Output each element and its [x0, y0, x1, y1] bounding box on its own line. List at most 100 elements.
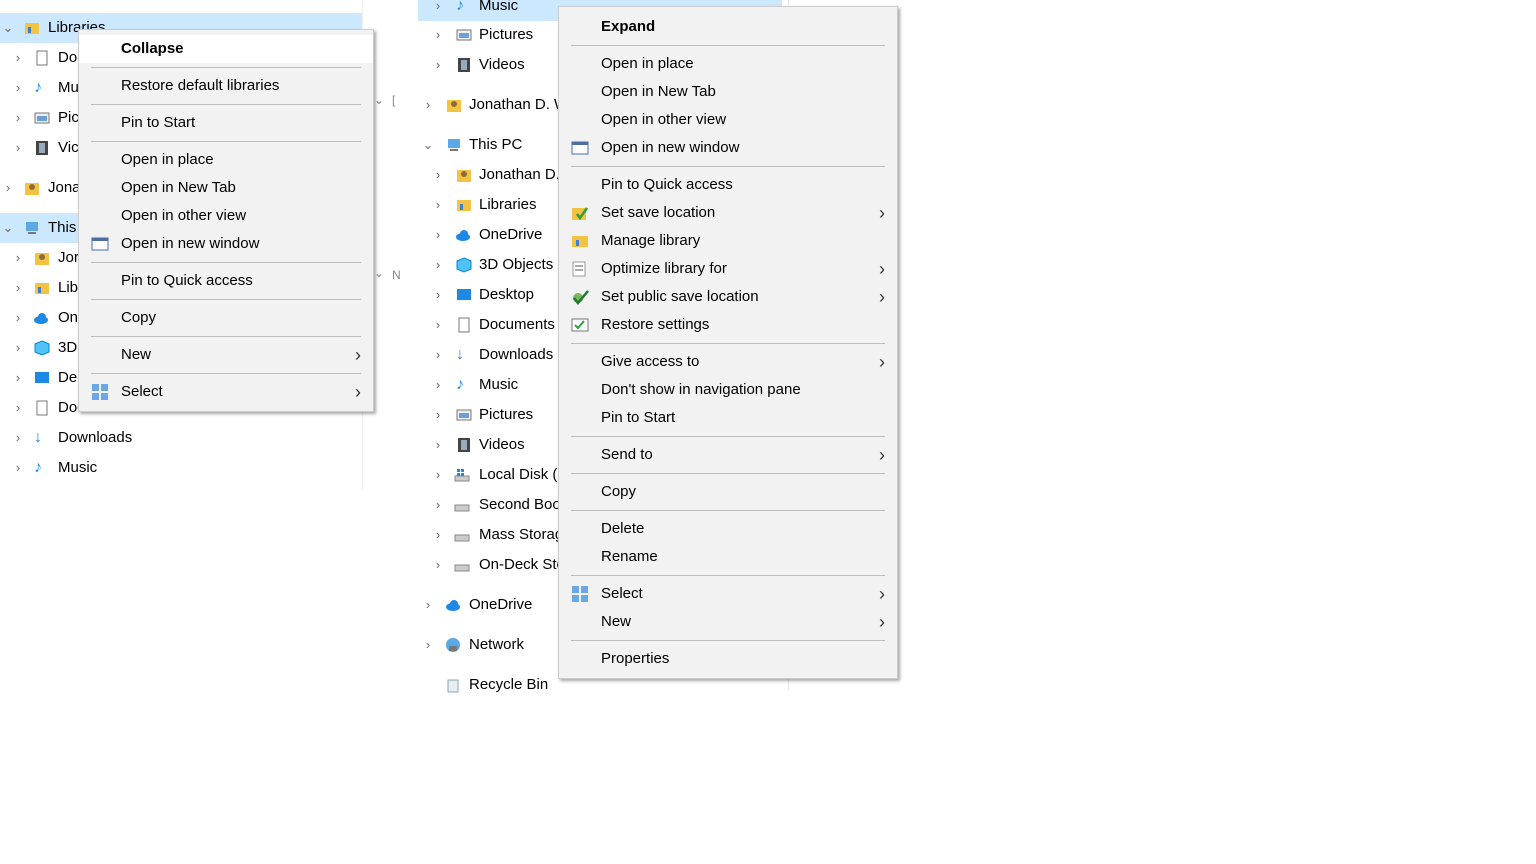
pictures-icon [456, 409, 472, 421]
chevron-right-icon[interactable]: › [10, 73, 26, 103]
tree-item-label: Pic [58, 109, 79, 126]
chevron-down-icon[interactable]: ⌄ [420, 130, 436, 160]
chevron-down-icon[interactable]: ⌄ [0, 13, 16, 43]
chevron-right-icon[interactable]: › [430, 280, 446, 310]
menu-item-restore-default-libraries[interactable]: Restore default libraries [79, 72, 373, 100]
chevron-right-icon[interactable]: › [10, 133, 26, 163]
chevron-right-icon[interactable]: › [430, 160, 446, 190]
chevron-right-icon[interactable]: › [430, 0, 446, 21]
chevron-right-icon[interactable]: › [430, 20, 446, 50]
menu-item-open-in-new-tab[interactable]: Open in New Tab [79, 174, 373, 202]
libraries-icon [457, 200, 471, 211]
menu-item-set-save-location[interactable]: Set save location › [559, 199, 897, 227]
tree-item-label: Documents [479, 316, 555, 333]
menu-item-set-public-save-location[interactable]: Set public save location › [559, 283, 897, 311]
chevron-right-icon[interactable]: › [10, 393, 26, 423]
menu-item-optimize-library-for[interactable]: Optimize library for › [559, 255, 897, 283]
chevron-right-icon[interactable]: › [430, 310, 446, 340]
submenu-arrow-icon: › [879, 259, 885, 279]
chevron-right-icon[interactable]: › [420, 90, 436, 120]
chevron-right-icon[interactable]: › [430, 370, 446, 400]
chevron-right-icon[interactable]: › [420, 630, 436, 660]
chevron-right-icon[interactable]: › [10, 423, 26, 453]
videos-icon [458, 438, 470, 452]
chevron-right-icon[interactable]: › [10, 453, 26, 483]
chevron-right-icon[interactable]: › [10, 103, 26, 133]
computer-icon [448, 139, 460, 151]
menu-item-pin-to-start[interactable]: Pin to Start [559, 404, 897, 432]
user-folder-icon [25, 183, 39, 195]
chevron-right-icon[interactable]: › [420, 590, 436, 620]
chevron-right-icon[interactable]: › [430, 460, 446, 490]
tree-item-label: Libraries [479, 196, 537, 213]
menu-item-open-in-other-view[interactable]: Open in other view [79, 202, 373, 230]
menu-item-manage-library[interactable]: Manage library [559, 227, 897, 255]
chevron-right-icon[interactable]: › [430, 220, 446, 250]
chevron-right-icon[interactable]: › [10, 243, 26, 273]
chevron-right-icon[interactable]: › [430, 400, 446, 430]
menu-item-dont-show-in-navigation-pane[interactable]: Don't show in navigation pane [559, 376, 897, 404]
submenu-arrow-icon: › [879, 612, 885, 632]
menu-item-expand[interactable]: Expand [559, 13, 897, 41]
menu-item-select[interactable]: Select › [79, 378, 373, 406]
menu-item-pin-to-quick-access[interactable]: Pin to Quick access [79, 267, 373, 295]
menu-item-new[interactable]: New › [79, 341, 373, 369]
submenu-arrow-icon: › [879, 445, 885, 465]
submenu-arrow-icon: › [879, 203, 885, 223]
chevron-right-icon[interactable]: › [430, 430, 446, 460]
user-folder-icon [447, 100, 461, 112]
tree-item-label: 3D [58, 339, 78, 356]
tree-item-label: Pictures [479, 406, 534, 423]
menu-item-delete[interactable]: Delete [559, 515, 897, 543]
context-menu-libraries[interactable]: Collapse Restore default libraries Pin t… [78, 29, 374, 412]
menu-item-collapse[interactable]: Collapse [79, 35, 373, 63]
menu-item-pin-to-quick-access[interactable]: Pin to Quick access [559, 171, 897, 199]
menu-item-copy[interactable]: Copy [79, 304, 373, 332]
chevron-right-icon[interactable]: › [10, 303, 26, 333]
chevron-right-icon[interactable]: › [10, 363, 26, 393]
document-icon [458, 317, 470, 333]
menu-item-open-in-new-window[interactable]: Open in new window [79, 230, 373, 258]
menu-item-open-in-place[interactable]: Open in place [559, 50, 897, 78]
chevron-right-icon[interactable]: › [430, 50, 446, 80]
chevron-down-icon[interactable]: ⌄ [0, 213, 16, 243]
drive-icon [454, 534, 470, 542]
collapsed-chevron-fragment: ⌄ [374, 266, 385, 280]
menu-item-select[interactable]: Select › [559, 580, 897, 608]
menu-item-copy[interactable]: Copy [559, 478, 897, 506]
menu-item-new[interactable]: New › [559, 608, 897, 636]
tree-item-label: Network [469, 636, 525, 653]
chevron-right-icon[interactable]: › [430, 250, 446, 280]
chevron-right-icon[interactable]: › [430, 550, 446, 580]
tree-item-label: Local Disk (C [479, 466, 569, 483]
menu-item-open-in-other-view[interactable]: Open in other view [559, 106, 897, 134]
menu-item-give-access-to[interactable]: Give access to › [559, 348, 897, 376]
menu-item-open-in-new-window[interactable]: Open in new window [559, 134, 897, 162]
menu-item-open-in-new-tab[interactable]: Open in New Tab [559, 78, 897, 106]
chevron-right-icon[interactable]: › [430, 490, 446, 520]
menu-separator [91, 336, 361, 337]
tree-item-label: Downloads [479, 346, 554, 363]
submenu-arrow-icon: › [879, 584, 885, 604]
menu-item-properties[interactable]: Properties [559, 645, 897, 673]
menu-item-pin-to-start[interactable]: Pin to Start [79, 109, 373, 137]
chevron-right-icon[interactable]: › [0, 173, 16, 203]
chevron-right-icon[interactable]: › [430, 340, 446, 370]
tree-item-label: Jona [48, 179, 81, 196]
chevron-right-icon[interactable]: › [10, 273, 26, 303]
menu-item-send-to[interactable]: Send to › [559, 441, 897, 469]
chevron-right-icon[interactable]: › [430, 520, 446, 550]
menu-item-restore-settings[interactable]: Restore settings [559, 311, 897, 339]
menu-separator [91, 104, 361, 105]
context-menu-music[interactable]: Expand Open in place Open in New Tab Ope… [558, 6, 898, 679]
menu-separator [571, 166, 885, 167]
window-icon [571, 141, 589, 155]
tree-item-label: Do [58, 49, 78, 66]
chevron-right-icon[interactable]: › [10, 43, 26, 73]
tree-item-label: On-Deck Sto [479, 556, 565, 573]
collapsed-chevron-fragment: ⌄ [374, 93, 385, 107]
menu-item-open-in-place[interactable]: Open in place [79, 146, 373, 174]
chevron-right-icon[interactable]: › [10, 333, 26, 363]
menu-item-rename[interactable]: Rename [559, 543, 897, 571]
chevron-right-icon[interactable]: › [430, 190, 446, 220]
